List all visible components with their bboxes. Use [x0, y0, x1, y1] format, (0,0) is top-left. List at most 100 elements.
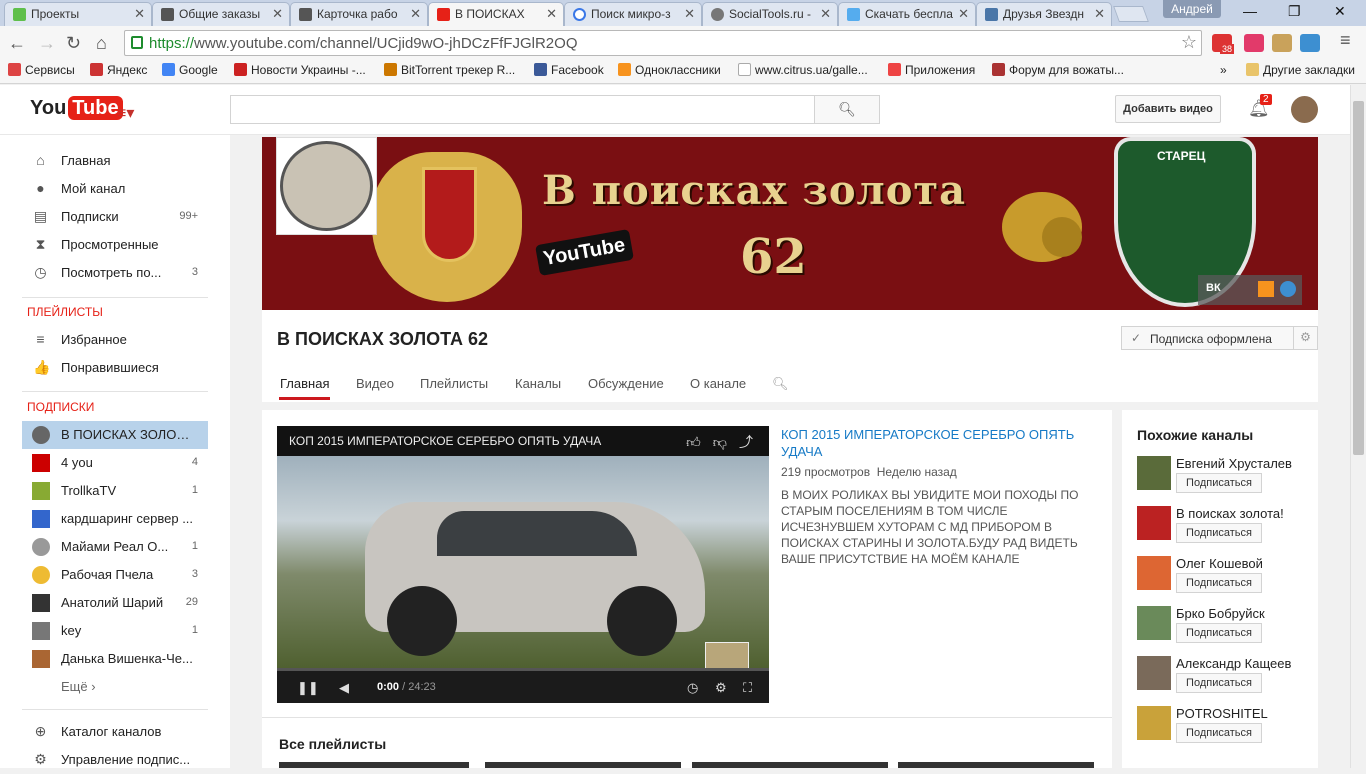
sidebar-item-browse-channels[interactable]: ⊕ Каталог каналов — [22, 718, 208, 746]
subscription-settings-gear-icon[interactable]: ⚙ — [1293, 327, 1317, 349]
watch-later-icon[interactable]: ◷ — [687, 680, 698, 696]
close-tab-icon[interactable]: ✕ — [958, 6, 969, 22]
like-icon[interactable]: 👍︎ — [686, 434, 713, 450]
search-input[interactable] — [230, 95, 815, 124]
playlist-thumbnail[interactable] — [898, 762, 1094, 768]
subscription-item[interactable]: Рабочая Пчела 3 — [22, 561, 208, 589]
sidebar-item-my-channel[interactable]: ● Мой канал — [22, 175, 208, 203]
close-tab-icon[interactable]: ✕ — [1094, 6, 1105, 22]
progress-bar[interactable] — [277, 668, 769, 671]
bookmark-item[interactable]: Приложения — [888, 63, 975, 77]
tab-discussion[interactable]: Обсуждение — [588, 376, 664, 391]
bookmark-item[interactable]: Новости Украины -... — [234, 63, 366, 77]
channel-name-link[interactable]: Олег Кошевой — [1176, 556, 1263, 571]
show-more-button[interactable]: Ещё › — [22, 673, 208, 701]
restore-icon[interactable]: ❐ — [1288, 3, 1301, 20]
scrollbar-thumb[interactable] — [1353, 101, 1364, 455]
playlist-thumbnail[interactable] — [279, 762, 469, 768]
bookmark-item[interactable]: Одноклассники — [618, 63, 721, 77]
tab-about[interactable]: О канале — [690, 376, 746, 391]
pause-icon[interactable]: ❚❚ — [297, 680, 319, 696]
bookmark-star-icon[interactable]: ☆ — [1181, 32, 1197, 53]
tab-playlists[interactable]: Плейлисты — [420, 376, 488, 391]
channel-name[interactable]: В ПОИСКАХ ЗОЛОТА 62 — [277, 329, 488, 350]
back-icon[interactable]: ← — [8, 33, 26, 54]
channel-name-link[interactable]: Евгений Хрусталев — [1176, 456, 1292, 471]
bookmark-item[interactable]: Сервисы — [8, 63, 75, 77]
browser-tab[interactable]: Общие заказы ✕ — [152, 2, 290, 26]
tab-videos[interactable]: Видео — [356, 376, 394, 391]
close-window-icon[interactable]: ✕ — [1334, 3, 1346, 20]
sidebar-item-subscriptions[interactable]: ▤ Подписки 99+ — [22, 203, 208, 231]
subscription-item[interactable]: Анатолий Шарий 29 — [22, 589, 208, 617]
volume-icon[interactable]: ◀ — [339, 680, 349, 696]
profile-user-button[interactable]: Андрей — [1163, 0, 1221, 18]
sidebar-item-history[interactable]: ⧗ Просмотренные — [22, 231, 208, 259]
other-bookmarks[interactable]: Другие закладки — [1246, 63, 1355, 77]
subscribe-button[interactable]: Подписаться — [1176, 673, 1262, 693]
forward-icon[interactable]: → — [38, 33, 56, 54]
home-icon[interactable]: ⌂ — [96, 33, 107, 54]
search-button[interactable]: 🔍︎ — [814, 95, 880, 124]
close-tab-icon[interactable]: ✕ — [684, 6, 695, 22]
guide-menu-icon[interactable]: ≡▾ — [117, 103, 134, 123]
close-tab-icon[interactable]: ✕ — [272, 6, 283, 22]
browser-tab[interactable]: Скачать беспла ✕ — [838, 2, 976, 26]
minimize-icon[interactable]: — — [1243, 3, 1257, 19]
channel-name-link[interactable]: POTROSHITEL — [1176, 706, 1268, 721]
subscription-item[interactable]: Данька Вишенка-Че... — [22, 645, 208, 673]
odnoklassniki-icon[interactable] — [1258, 281, 1274, 297]
browser-tab[interactable]: Поиск микро-з ✕ — [564, 2, 702, 26]
sidebar-item-favorites[interactable]: ≡ Избранное — [22, 326, 208, 354]
playlist-thumbnail[interactable] — [692, 762, 888, 768]
page-scrollbar[interactable] — [1350, 85, 1366, 768]
share-icon[interactable]: ⤴ — [739, 434, 765, 450]
channel-name-link[interactable]: Александр Кащеев — [1176, 656, 1291, 671]
fullscreen-icon[interactable]: ⛶ — [743, 680, 752, 696]
subscribe-button[interactable]: Подписаться — [1176, 573, 1262, 593]
bookmark-item[interactable]: Яндекс — [90, 63, 147, 77]
browser-tab-active[interactable]: В ПОИСКАХ ✕ — [428, 2, 564, 26]
player-title[interactable]: КОП 2015 ИМПЕРАТОРСКОЕ СЕРЕБРО ОПЯТЬ УДА… — [289, 434, 601, 448]
playlists-heading[interactable]: ПЛЕЙЛИСТЫ — [27, 305, 103, 319]
address-bar[interactable]: https://www.youtube.com/channel/UCjid9wO… — [124, 30, 1202, 56]
channel-search-icon[interactable]: 🔍︎ — [772, 376, 789, 392]
sidebar-item-home[interactable]: ⌂ Главная — [22, 147, 208, 175]
channel-avatar[interactable] — [276, 137, 377, 235]
menu-icon[interactable]: ≡ — [1340, 30, 1351, 51]
browser-tab[interactable]: Карточка рабо ✕ — [290, 2, 428, 26]
subscription-item[interactable]: key 1 — [22, 617, 208, 645]
channel-thumbnail[interactable] — [1137, 706, 1171, 740]
bookmark-item[interactable]: Facebook — [534, 63, 604, 77]
reload-icon[interactable]: ↻ — [66, 33, 81, 54]
sidebar-item-manage-subs[interactable]: ⚙ Управление подпис... — [22, 746, 208, 774]
extension-icon[interactable] — [1272, 34, 1292, 52]
video-player[interactable]: КОП 2015 ИМПЕРАТОРСКОЕ СЕРЕБРО ОПЯТЬ УДА… — [277, 426, 769, 703]
subscribe-button[interactable]: Подписаться — [1176, 723, 1262, 743]
close-tab-icon[interactable]: ✕ — [134, 6, 145, 22]
channel-thumbnail[interactable] — [1137, 656, 1171, 690]
upload-button[interactable]: Добавить видео — [1115, 95, 1221, 123]
channel-thumbnail[interactable] — [1137, 456, 1171, 490]
channel-thumbnail[interactable] — [1137, 506, 1171, 540]
subscription-item[interactable]: Майами Реал О... 1 — [22, 533, 208, 561]
subscription-item[interactable]: TrollkaTV 1 — [22, 477, 208, 505]
subscription-item[interactable]: 4 you 4 — [22, 449, 208, 477]
channel-thumbnail[interactable] — [1137, 606, 1171, 640]
close-tab-icon[interactable]: ✕ — [546, 6, 557, 22]
browser-tab[interactable]: SocialTools.ru - ✕ — [702, 2, 838, 26]
channel-name-link[interactable]: В поисках золота! — [1176, 506, 1284, 521]
close-tab-icon[interactable]: ✕ — [410, 6, 421, 22]
dislike-icon[interactable]: 👎︎ — [713, 434, 739, 450]
subscription-item[interactable]: В ПОИСКАХ ЗОЛОТА... — [22, 421, 208, 449]
new-tab-button[interactable] — [1113, 6, 1149, 22]
bookmark-item[interactable]: Форум для вожаты... — [992, 63, 1124, 77]
subscribe-button[interactable]: Подписаться — [1176, 523, 1262, 543]
vk-link[interactable]: ВК — [1206, 282, 1221, 294]
subscriptions-heading[interactable]: ПОДПИСКИ — [27, 400, 94, 414]
subscription-item[interactable]: кардшаринг сервер ... — [22, 505, 208, 533]
bookmark-item[interactable]: Google — [162, 63, 218, 77]
bookmark-item[interactable]: www.citrus.ua/galle... — [738, 63, 868, 77]
settings-gear-icon[interactable]: ⚙ — [715, 680, 727, 696]
bookmarks-overflow-icon[interactable]: » — [1220, 63, 1227, 77]
